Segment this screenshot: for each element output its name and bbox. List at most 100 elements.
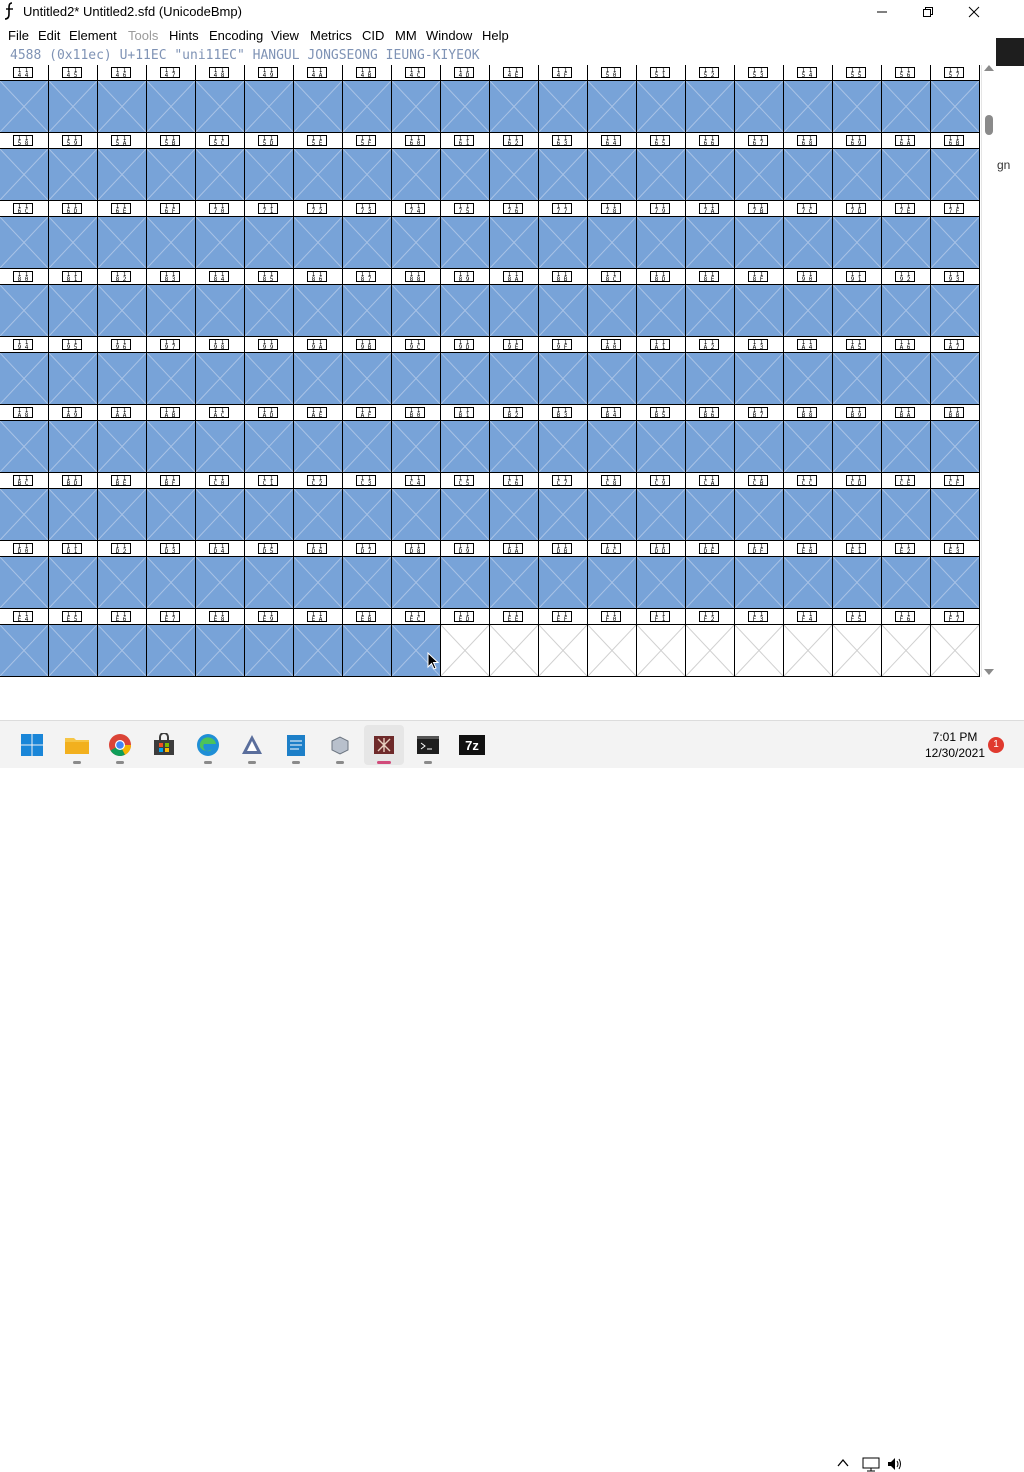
menu-help[interactable]: Help (482, 28, 509, 43)
taskbar-terminal[interactable] (408, 725, 448, 765)
glyph-cell[interactable]: 1 19 E (490, 337, 539, 405)
glyph-cell[interactable]: 1 1A 9 (49, 405, 98, 473)
glyph-cell[interactable]: 1 17 4 (392, 201, 441, 269)
menu-mm[interactable]: MM (395, 28, 417, 43)
glyph-cell[interactable]: 1 14 8 (196, 65, 245, 133)
glyph-cell[interactable]: 1 1A 8 (0, 405, 49, 473)
glyph-cell[interactable]: 1 1B 4 (588, 405, 637, 473)
glyph-cell[interactable]: 1 17 B (735, 201, 784, 269)
glyph-cell[interactable]: 1 17 8 (588, 201, 637, 269)
menu-tools[interactable]: Tools (128, 28, 158, 43)
glyph-cell[interactable]: 1 1C 2 (294, 473, 343, 541)
glyph-cell[interactable]: 1 1A 3 (735, 337, 784, 405)
glyph-cell[interactable]: 1 1A A (98, 405, 147, 473)
glyph-cell[interactable]: 1 15 8 (0, 133, 49, 201)
glyph-cell[interactable]: 1 19 1 (833, 269, 882, 337)
glyph-cell[interactable]: 1 1C 5 (441, 473, 490, 541)
glyph-cell[interactable]: 1 1C 0 (196, 473, 245, 541)
maximize-button[interactable] (905, 0, 951, 24)
glyph-cell[interactable]: 1 1B C (0, 473, 49, 541)
glyph-cell[interactable]: 1 17 E (882, 201, 931, 269)
glyph-cell[interactable]: 1 15 E (294, 133, 343, 201)
glyph-cell[interactable]: 1 1D 5 (245, 541, 294, 609)
system-clock[interactable]: 7:01 PM 12/30/2021 (920, 729, 990, 761)
glyph-cell[interactable]: 1 19 A (294, 337, 343, 405)
glyph-cell[interactable]: 1 1D F (735, 541, 784, 609)
glyph-cell[interactable]: 1 18 F (735, 269, 784, 337)
glyph-cell[interactable]: 1 1B F (147, 473, 196, 541)
glyph-cell[interactable]: 1 18 A (490, 269, 539, 337)
taskbar-store[interactable] (144, 725, 184, 765)
scroll-down-icon[interactable] (984, 669, 994, 675)
glyph-cell[interactable]: 1 14 7 (147, 65, 196, 133)
glyph-cell[interactable]: 1 16 8 (784, 133, 833, 201)
glyph-cell[interactable]: 1 15 7 (931, 65, 980, 133)
glyph-cell[interactable]: 1 16 B (931, 133, 980, 201)
glyph-cell[interactable]: 1 1F 5 (833, 609, 882, 677)
notification-badge[interactable]: 1 (988, 737, 1004, 753)
glyph-cell[interactable]: 1 15 C (196, 133, 245, 201)
glyph-cell[interactable]: 1 1E 5 (49, 609, 98, 677)
glyph-cell[interactable]: 1 17 C (784, 201, 833, 269)
glyph-cell[interactable]: 1 1B 9 (833, 405, 882, 473)
minimize-button[interactable] (859, 0, 905, 24)
glyph-cell[interactable]: 1 17 5 (441, 201, 490, 269)
menu-view[interactable]: View (271, 28, 299, 43)
glyph-cell[interactable]: 1 14 B (343, 65, 392, 133)
glyph-cell[interactable]: 1 15 D (245, 133, 294, 201)
glyph-cell[interactable]: 1 17 D (833, 201, 882, 269)
glyph-cell[interactable]: 1 18 2 (98, 269, 147, 337)
taskbar-7zip[interactable]: 7z (452, 725, 492, 765)
glyph-cell[interactable]: 1 16 6 (686, 133, 735, 201)
glyph-cell[interactable]: 1 1B 3 (539, 405, 588, 473)
glyph-cell[interactable]: 1 1C A (686, 473, 735, 541)
glyph-cell[interactable]: 1 15 3 (735, 65, 784, 133)
glyph-cell[interactable]: 1 1A B (147, 405, 196, 473)
glyph-cell[interactable]: 1 19 8 (196, 337, 245, 405)
glyph-cell[interactable]: 1 1D E (686, 541, 735, 609)
glyph-cell[interactable]: 1 16 E (98, 201, 147, 269)
glyph-cell[interactable]: 1 1E 1 (833, 541, 882, 609)
glyph-cell[interactable]: 1 16 1 (441, 133, 490, 201)
glyph-cell[interactable]: 1 1B 0 (392, 405, 441, 473)
glyph-cell[interactable]: 1 1E A (294, 609, 343, 677)
glyph-cell[interactable]: 1 18 5 (245, 269, 294, 337)
glyph-cell[interactable]: 1 1E E (490, 609, 539, 677)
vertical-scrollbar[interactable] (981, 65, 996, 677)
taskbar-notepad[interactable] (276, 725, 316, 765)
glyph-cell[interactable]: 1 19 4 (0, 337, 49, 405)
glyph-cell[interactable]: 1 1B B (931, 405, 980, 473)
chevron-up-icon[interactable] (836, 1456, 850, 1470)
glyph-cell[interactable]: 1 17 6 (490, 201, 539, 269)
glyph-cell[interactable]: 1 1C 9 (637, 473, 686, 541)
glyph-cell[interactable]: 1 18 9 (441, 269, 490, 337)
glyph-cell[interactable]: 1 1B E (98, 473, 147, 541)
glyph-cell[interactable]: 1 1B 7 (735, 405, 784, 473)
glyph-cell[interactable]: 1 14 D (441, 65, 490, 133)
glyph-cell[interactable]: 1 19 5 (49, 337, 98, 405)
glyph-cell[interactable]: 1 16 A (882, 133, 931, 201)
glyph-cell[interactable]: 1 1C F (931, 473, 980, 541)
glyph-cell[interactable]: 1 1C B (735, 473, 784, 541)
glyph-cell[interactable]: 1 1F 4 (784, 609, 833, 677)
glyph-cell[interactable]: 1 1D 3 (147, 541, 196, 609)
glyph-cell[interactable]: 1 18 8 (392, 269, 441, 337)
glyph-cell[interactable]: 1 19 B (343, 337, 392, 405)
glyph-cell[interactable]: 1 1C E (882, 473, 931, 541)
menu-element[interactable]: Element (69, 28, 117, 43)
glyph-cell[interactable]: 1 1E 6 (98, 609, 147, 677)
menu-metrics[interactable]: Metrics (310, 28, 352, 43)
close-button[interactable] (951, 0, 997, 24)
glyph-cell[interactable]: 1 1F 6 (882, 609, 931, 677)
glyph-cell[interactable]: 1 19 F (539, 337, 588, 405)
glyph-cell[interactable]: 1 1D 0 (0, 541, 49, 609)
glyph-cell[interactable]: 1 17 A (686, 201, 735, 269)
glyph-cell[interactable]: 1 15 1 (637, 65, 686, 133)
glyph-cell[interactable]: 1 1D B (539, 541, 588, 609)
glyph-cell[interactable]: 1 16 4 (588, 133, 637, 201)
glyph-cell[interactable]: 1 1F 1 (637, 609, 686, 677)
glyph-cell[interactable]: 1 16 3 (539, 133, 588, 201)
glyph-cell[interactable]: 1 1C 3 (343, 473, 392, 541)
glyph-cell[interactable]: 1 1B 8 (784, 405, 833, 473)
glyph-cell[interactable]: 1 1C 1 (245, 473, 294, 541)
